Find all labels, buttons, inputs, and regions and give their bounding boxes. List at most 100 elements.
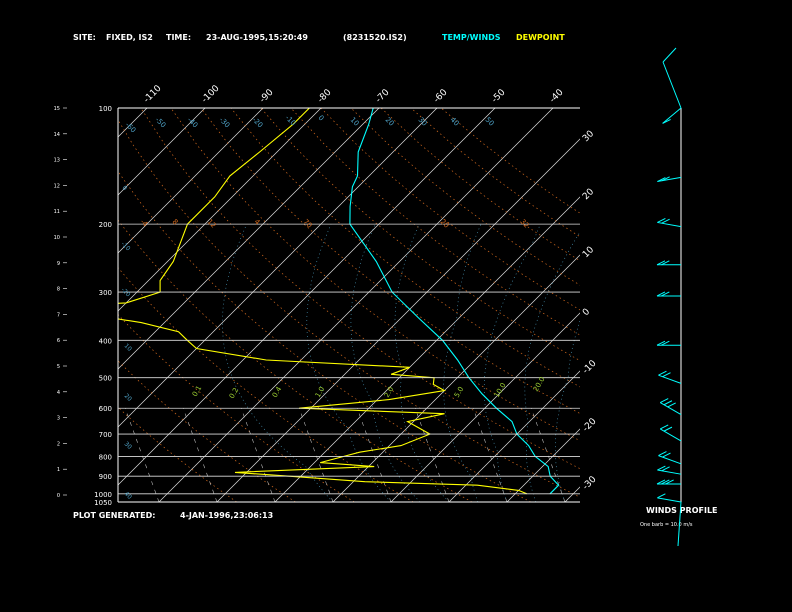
wind-barb-flag bbox=[665, 479, 674, 485]
height-tick-label: 1 bbox=[57, 467, 60, 473]
height-tick-label: 4 bbox=[57, 390, 60, 396]
moist-adiabat bbox=[350, 223, 421, 502]
wind-barb-flag bbox=[656, 291, 666, 297]
isotherm bbox=[564, 486, 580, 502]
wind-trace bbox=[662, 61, 682, 109]
dry-adiabat-label: 10 bbox=[349, 116, 361, 128]
mixing-ratio-line bbox=[182, 408, 218, 502]
wind-trace bbox=[677, 501, 682, 547]
wind-barb-flag bbox=[659, 398, 669, 404]
temp-tick-label: -70 bbox=[374, 87, 392, 105]
dry-adiabat bbox=[380, 108, 580, 262]
pressure-tick-label: 200 bbox=[99, 221, 112, 229]
wind-barb-flag bbox=[662, 452, 671, 458]
mixing-ratio-label: 10.0 bbox=[493, 381, 508, 399]
adiabat-label: 32 bbox=[519, 218, 531, 230]
wind-barb-flag bbox=[656, 479, 666, 485]
wind-barb bbox=[657, 221, 682, 228]
dry-adiabat bbox=[118, 170, 532, 502]
pressure-tick-label: 1000 bbox=[94, 491, 112, 499]
mixing-ratio-line bbox=[530, 408, 566, 502]
wind-barb bbox=[658, 455, 682, 465]
isotherm bbox=[0, 108, 31, 502]
wind-barb-flag bbox=[663, 426, 673, 432]
pressure-tick-label: 400 bbox=[99, 337, 112, 345]
temp-tick-label: -90 bbox=[258, 87, 276, 105]
wind-trace bbox=[662, 47, 677, 63]
wind-barb-flag bbox=[661, 340, 670, 346]
dry-adiabat-label: 20 bbox=[384, 116, 396, 128]
edge-label: -20 bbox=[120, 286, 132, 298]
wind-barb bbox=[657, 497, 682, 503]
height-tick-label: 7 bbox=[57, 312, 60, 318]
dry-adiabat-label: 0 bbox=[317, 114, 326, 123]
mixing-ratio-line bbox=[298, 408, 334, 502]
temp-tick-label: -60 bbox=[432, 87, 450, 105]
pressure-tick-label: 900 bbox=[99, 473, 112, 481]
dry-adiabat-label: -60 bbox=[124, 121, 138, 135]
mixing-ratio-label: 1.0 bbox=[314, 385, 326, 399]
dry-adiabat-label: 30 bbox=[417, 116, 429, 128]
isotherm bbox=[681, 108, 792, 502]
height-tick-label: 5 bbox=[57, 364, 60, 370]
height-tick-label: 6 bbox=[57, 338, 60, 344]
wind-barb-flag bbox=[657, 493, 666, 499]
pressure-tick-label: 100 bbox=[99, 105, 112, 113]
temperature-trace bbox=[349, 108, 560, 495]
isotherm bbox=[118, 108, 496, 486]
isotherm bbox=[390, 312, 580, 502]
height-tick-label: 2 bbox=[57, 441, 60, 447]
mixing-ratio-line bbox=[240, 408, 276, 502]
wind-barb-flag bbox=[656, 340, 666, 346]
wind-barb bbox=[657, 469, 682, 475]
mixing-ratio-line bbox=[414, 408, 450, 502]
moist-adiabat bbox=[483, 223, 541, 502]
dry-adiabat bbox=[118, 119, 580, 498]
isotherm bbox=[274, 196, 580, 502]
dry-adiabat-label: -50 bbox=[154, 116, 168, 130]
wind-barb-flag bbox=[661, 479, 670, 485]
dry-adiabat-label: -10 bbox=[284, 114, 298, 128]
moist-adiabat bbox=[443, 223, 482, 502]
wind-barb-flag bbox=[661, 260, 670, 266]
dry-adiabat bbox=[290, 108, 580, 336]
plot-area bbox=[0, 108, 792, 502]
wind-barb-flag bbox=[663, 400, 673, 406]
mixing-ratio-label: 0.4 bbox=[271, 385, 284, 399]
temp-tick-label: 30 bbox=[581, 129, 596, 144]
temp-tick-label: -10 bbox=[581, 358, 599, 376]
height-tick-label: 8 bbox=[57, 287, 60, 293]
temp-tick-label: -30 bbox=[581, 474, 599, 492]
moist-adiabat bbox=[394, 223, 450, 502]
dry-adiabat bbox=[170, 108, 580, 442]
adiabat-label: 20 bbox=[439, 218, 451, 230]
dry-adiabat bbox=[118, 267, 414, 502]
temp-tick-label: -80 bbox=[316, 87, 334, 105]
mixing-ratio-label: 0.2 bbox=[228, 386, 240, 400]
wind-barb bbox=[659, 402, 682, 416]
dry-adiabat-label: -30 bbox=[218, 116, 232, 130]
mixing-ratio-label: 5.0 bbox=[453, 385, 465, 399]
pressure-tick-label: 500 bbox=[99, 375, 112, 383]
isotherm bbox=[623, 108, 792, 502]
height-tick-label: 15 bbox=[54, 106, 60, 112]
isotherm bbox=[448, 370, 580, 502]
temp-tick-label: -40 bbox=[548, 87, 566, 105]
mixing-ratio-line bbox=[124, 408, 160, 502]
isotherm bbox=[216, 138, 580, 502]
height-tick-label: 0 bbox=[57, 493, 60, 499]
temp-tick-label: -100 bbox=[200, 83, 222, 105]
mixing-ratio-label: 20.0 bbox=[532, 375, 547, 393]
pressure-tick-label: 700 bbox=[99, 431, 112, 439]
wind-barb bbox=[662, 107, 682, 124]
dry-adiabat-label: -40 bbox=[186, 116, 200, 130]
edge-label: 20 bbox=[123, 392, 133, 402]
isotherm bbox=[332, 254, 580, 502]
adiabat-label: 4 bbox=[253, 218, 262, 227]
pressure-tick-label: 600 bbox=[99, 405, 112, 413]
isotherm bbox=[506, 428, 580, 502]
skew-t-chart: 1050100090080070060050040030020010001234… bbox=[0, 47, 792, 547]
adiabat-label: -4 bbox=[139, 218, 150, 229]
height-tick-label: 12 bbox=[54, 183, 60, 189]
dry-adiabat-label: 40 bbox=[449, 116, 461, 128]
